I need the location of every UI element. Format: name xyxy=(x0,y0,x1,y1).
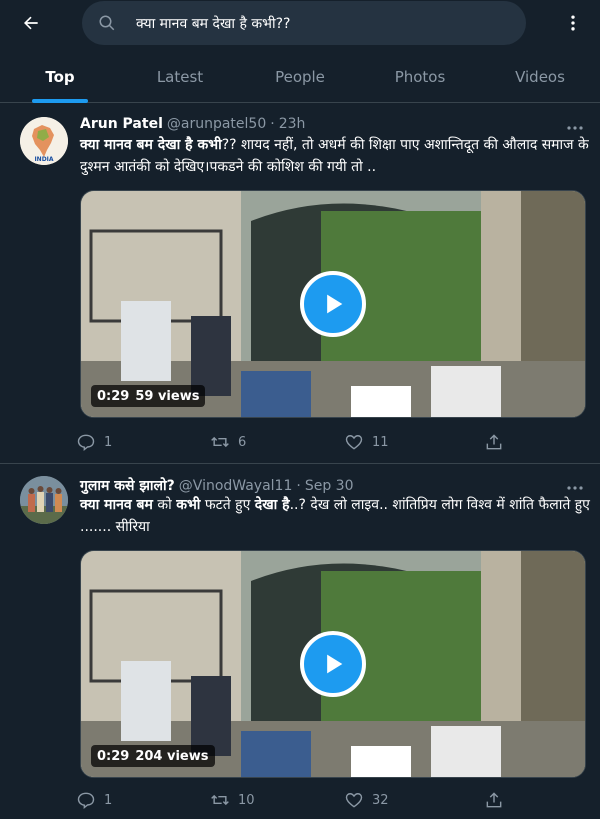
back-button[interactable] xyxy=(14,8,48,38)
avatar[interactable]: INDIA xyxy=(20,117,68,165)
tab-photos[interactable]: Photos xyxy=(360,52,480,102)
video-views: 204 views xyxy=(135,748,209,764)
handle[interactable]: @VinodWayal11 xyxy=(179,478,293,494)
avatar-text: INDIA xyxy=(34,156,53,163)
video-info-badge: 0:29 59 views xyxy=(91,385,206,407)
reply-button[interactable]: 1 xyxy=(76,430,112,454)
like-count: 32 xyxy=(372,792,389,808)
video-duration: 0:29 xyxy=(97,388,130,404)
play-icon xyxy=(327,654,343,674)
search-input[interactable] xyxy=(136,1,506,45)
text-segment: को xyxy=(152,497,177,513)
like-button[interactable]: 11 xyxy=(344,430,389,454)
like-count: 11 xyxy=(372,434,389,450)
back-arrow-icon xyxy=(24,16,38,30)
video-player[interactable]: 0:29 204 views xyxy=(80,550,586,778)
handle[interactable]: @arunpatel50 xyxy=(167,116,266,132)
play-button[interactable] xyxy=(300,271,366,337)
search-icon xyxy=(99,15,115,31)
like-icon xyxy=(345,435,363,450)
text-highlight: क्या मानव बम xyxy=(80,497,153,513)
text-highlight: कभी xyxy=(176,497,201,513)
play-icon xyxy=(327,294,343,314)
tweet-text: क्या मानव बम देखा है कभी?? शायद नहीं, तो… xyxy=(80,134,590,178)
reply-icon xyxy=(77,434,95,451)
more-button[interactable] xyxy=(558,10,588,36)
search-tabs: Top Latest People Photos Videos xyxy=(0,52,600,103)
retweet-count: 6 xyxy=(238,434,247,450)
reply-count: 1 xyxy=(104,792,113,808)
tweet-text: क्या मानव बम को कभी फटते हुए देखा है..? … xyxy=(80,494,590,538)
more-icon xyxy=(571,15,575,31)
tweet-actions: 1 10 32 xyxy=(76,788,506,812)
tab-videos[interactable]: Videos xyxy=(480,52,600,102)
play-button[interactable] xyxy=(300,631,366,697)
retweet-icon xyxy=(211,436,229,448)
avatar[interactable] xyxy=(20,476,68,524)
separator-dot: · xyxy=(296,478,301,494)
share-icon xyxy=(486,792,502,808)
more-horizontal-icon xyxy=(567,486,583,490)
text-highlight: क्या मानव बम देखा है कभी xyxy=(80,137,222,153)
video-views: 59 views xyxy=(135,388,200,404)
reply-button[interactable]: 1 xyxy=(76,788,112,812)
retweet-button[interactable]: 6 xyxy=(210,430,246,454)
share-button[interactable] xyxy=(484,430,504,454)
share-button[interactable] xyxy=(484,788,504,812)
display-name[interactable]: गुलाम कसे झालो? xyxy=(80,476,175,495)
separator-dot: · xyxy=(270,116,275,132)
more-horizontal-icon xyxy=(567,126,583,130)
avatar-photo xyxy=(20,476,68,524)
display-name[interactable]: Arun Patel xyxy=(80,116,163,132)
video-duration: 0:29 xyxy=(97,748,130,764)
video-player[interactable]: 0:29 59 views xyxy=(80,190,586,418)
text-segment: फटते हुए xyxy=(200,497,255,513)
like-button[interactable]: 32 xyxy=(344,788,389,812)
tab-latest[interactable]: Latest xyxy=(120,52,240,102)
tweet-header: Arun Patel @arunpatel50 · 23h xyxy=(80,116,305,132)
retweet-icon xyxy=(211,794,229,806)
tab-top[interactable]: Top xyxy=(0,52,120,103)
tab-people[interactable]: People xyxy=(240,52,360,102)
top-bar xyxy=(0,0,600,46)
share-icon xyxy=(486,434,502,450)
retweet-button[interactable]: 10 xyxy=(210,788,255,812)
tweet[interactable]: INDIA Arun Patel @arunpatel50 · 23h क्या… xyxy=(0,104,600,464)
tweet[interactable]: गुलाम कसे झालो? @VinodWayal11 · Sep 30 क… xyxy=(0,464,600,819)
search-box[interactable] xyxy=(82,1,526,45)
like-icon xyxy=(345,793,363,808)
tweet-header: गुलाम कसे झालो? @VinodWayal11 · Sep 30 xyxy=(80,476,354,495)
timestamp[interactable]: 23h xyxy=(279,116,306,132)
video-info-badge: 0:29 204 views xyxy=(91,745,215,767)
reply-count: 1 xyxy=(104,434,113,450)
reply-icon xyxy=(77,792,95,809)
avatar-map-image: INDIA xyxy=(20,117,68,165)
retweet-count: 10 xyxy=(238,792,255,808)
text-highlight: देखा है xyxy=(254,497,290,513)
tweet-actions: 1 6 11 xyxy=(76,430,506,454)
timestamp[interactable]: Sep 30 xyxy=(305,478,354,494)
